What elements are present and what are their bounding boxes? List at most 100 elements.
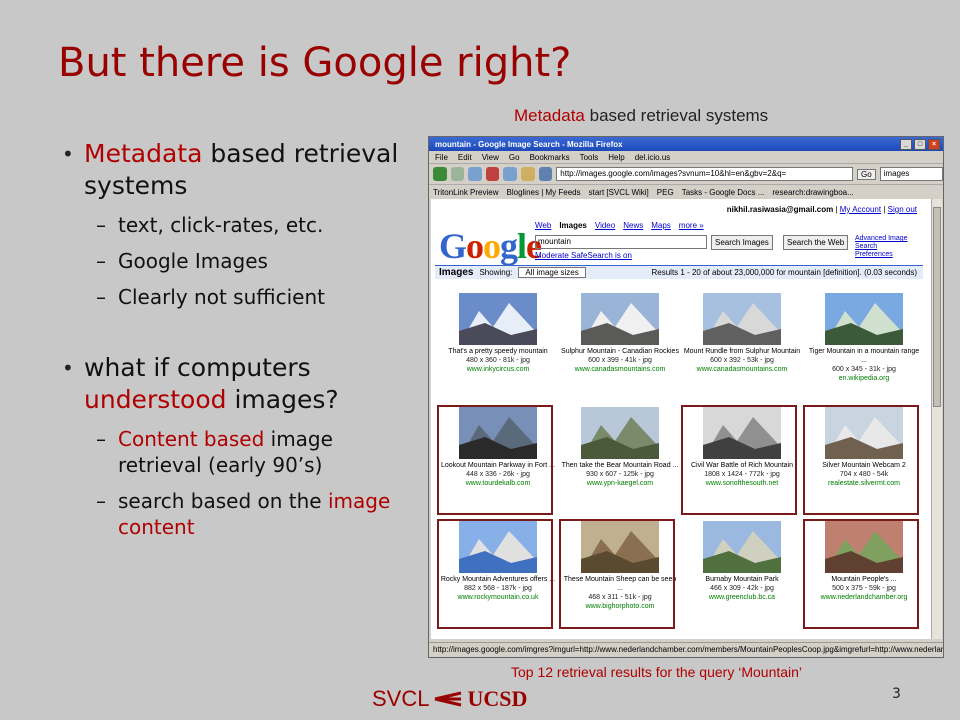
result-thumbnail[interactable] [459,521,537,573]
result-thumbnail[interactable] [703,293,781,345]
result-thumbnail[interactable] [825,293,903,345]
result-dimensions: 468 x 311 - 51k - jpg [588,594,652,601]
reload-icon[interactable] [468,167,482,181]
results-grid: That's a pretty speedy mountain 480 x 36… [437,291,925,629]
image-size-select[interactable]: All image sizes [518,267,586,278]
tab-0[interactable]: Web [535,221,551,230]
bookmark-icon[interactable] [521,167,535,181]
page-content: nikhil.rasiwasia@gmail.com | My Account … [431,199,931,639]
result-caption[interactable]: Lookout Mountain Parkway in Fort ... [437,461,559,470]
stop-icon[interactable] [485,167,500,181]
menu-item[interactable]: Edit [458,153,472,162]
tab-1[interactable]: Images [559,221,587,230]
result-tile[interactable]: Civil War Battle of Rich Mountain 1808 x… [681,405,803,515]
result-host: www.tourdekalb.com [465,480,531,487]
advanced-search-link[interactable]: Advanced Image Search [855,235,931,251]
tab-2[interactable]: Video [595,221,615,230]
sub-bullet: Content based image retrieval (early 90’… [60,426,420,478]
menu-item[interactable]: View [482,153,499,162]
result-caption[interactable]: Burnaby Mountain Park [681,575,803,584]
result-thumbnail[interactable] [581,521,659,573]
menu-item[interactable]: Bookmarks [530,153,570,162]
result-caption[interactable]: Rocky Mountain Adventures offers ... [437,575,559,584]
search-web-button[interactable]: Search the Web [783,235,849,250]
bookmark-item[interactable]: research:drawingboa... [772,188,853,197]
result-dimensions: 930 x 607 - 125k - jpg [586,471,654,478]
menu-item[interactable]: Help [608,153,624,162]
ucsd-trident-icon [435,691,462,707]
bookmark-item[interactable]: PEG [657,188,674,197]
my-account-link[interactable]: My Account [840,205,881,214]
back-icon[interactable] [433,167,447,181]
search-images-button[interactable]: Search Images [711,235,773,250]
bookmark-item[interactable]: TritonLink Preview [433,188,499,197]
result-host: www.canadasmountains.com [696,366,788,373]
result-tile[interactable]: Mount Rundle from Sulphur Mountain 600 x… [681,291,803,401]
result-thumbnail[interactable] [459,407,537,459]
result-thumbnail[interactable] [581,293,659,345]
result-tile[interactable]: Tiger Mountain in a mountain range ... 6… [803,291,925,401]
bullet-understood: what if computers understood images? [60,352,420,416]
bookmark-item[interactable]: Bloglines | My Feeds [507,188,581,197]
sub-bullet: Google Images [60,248,420,274]
browser-window: mountain - Google Image Search - Mozilla… [428,136,944,658]
result-thumbnail[interactable] [459,293,537,345]
result-tile[interactable]: That's a pretty speedy mountain 480 x 36… [437,291,559,401]
result-host: www.nederlandchamber.org [820,594,908,601]
google-logo[interactable]: Google [439,225,542,267]
result-caption[interactable]: Tiger Mountain in a mountain range ... [803,347,925,365]
result-tile[interactable]: Silver Mountain Webcam 2 704 x 480 - 54k… [803,405,925,515]
result-caption[interactable]: Silver Mountain Webcam 2 [803,461,925,470]
menu-item[interactable]: Tools [580,153,599,162]
result-tile[interactable]: These Mountain Sheep can be seen ... 468… [559,519,681,629]
result-caption[interactable]: Sulphur Mountain - Canadian Rockies [559,347,681,356]
forward-icon[interactable] [450,167,465,181]
result-tile[interactable]: Then take the Bear Mountain Road ... 930… [559,405,681,515]
result-thumbnail[interactable] [703,407,781,459]
result-caption[interactable]: Then take the Bear Mountain Road ... [559,461,681,470]
result-caption[interactable]: Mount Rundle from Sulphur Mountain [681,347,803,356]
nav-toolbar: http://images.google.com/images?svnum=10… [429,163,943,184]
result-tile[interactable]: Lookout Mountain Parkway in Fort ... 448… [437,405,559,515]
home-icon[interactable] [503,167,518,181]
maximize-icon[interactable]: □ [914,139,926,150]
tab-5[interactable]: more » [679,221,704,230]
go-button[interactable]: Go [856,168,876,180]
query-input[interactable]: mountain [535,235,707,249]
result-caption[interactable]: These Mountain Sheep can be seen ... [559,575,681,593]
tab-3[interactable]: News [623,221,643,230]
preferences-link[interactable]: Preferences [855,251,931,259]
vertical-scrollbar[interactable] [931,199,942,639]
result-thumbnail[interactable] [581,407,659,459]
url-field[interactable]: http://images.google.com/images?svnum=10… [556,167,853,181]
result-caption[interactable]: That's a pretty speedy mountain [437,347,559,356]
result-thumbnail[interactable] [825,407,903,459]
logo-letter: l [517,226,527,266]
result-tile[interactable]: Rocky Mountain Adventures offers ... 882… [437,519,559,629]
result-caption[interactable]: Civil War Battle of Rich Mountain [681,461,803,470]
bookmark-item[interactable]: start [SVCL Wiki] [589,188,649,197]
close-icon[interactable]: × [928,139,940,150]
tab-4[interactable]: Maps [651,221,671,230]
bookmark-item[interactable]: Tasks - Google Docs ... [682,188,765,197]
minimize-icon[interactable]: _ [900,139,912,150]
safesearch-link[interactable]: Moderate SafeSearch is on [535,251,632,260]
logo-letter: o [466,226,484,266]
result-dimensions: 600 x 345 - 31k - jpg [832,366,896,373]
bullet-text: what if computers [84,353,311,382]
result-caption[interactable]: Mountain People's ... [803,575,925,584]
search-tabs: Web Images Video News Maps more » [535,221,704,230]
result-thumbnail[interactable] [825,521,903,573]
sign-out-link[interactable]: Sign out [888,205,917,214]
search-field[interactable]: images [879,167,943,181]
result-tile[interactable]: Burnaby Mountain Park 466 x 309 - 42k - … [681,519,803,629]
tag-icon[interactable] [538,167,553,181]
result-dimensions: 480 x 360 - 81k - jpg [466,357,530,364]
scrollbar-thumb[interactable] [933,207,941,407]
result-tile[interactable]: Mountain People's ... 500 x 375 - 59k - … [803,519,925,629]
menu-item[interactable]: del.icio.us [635,153,671,162]
menu-item[interactable]: File [435,153,448,162]
menu-item[interactable]: Go [509,153,520,162]
result-thumbnail[interactable] [703,521,781,573]
result-tile[interactable]: Sulphur Mountain - Canadian Rockies 600 … [559,291,681,401]
